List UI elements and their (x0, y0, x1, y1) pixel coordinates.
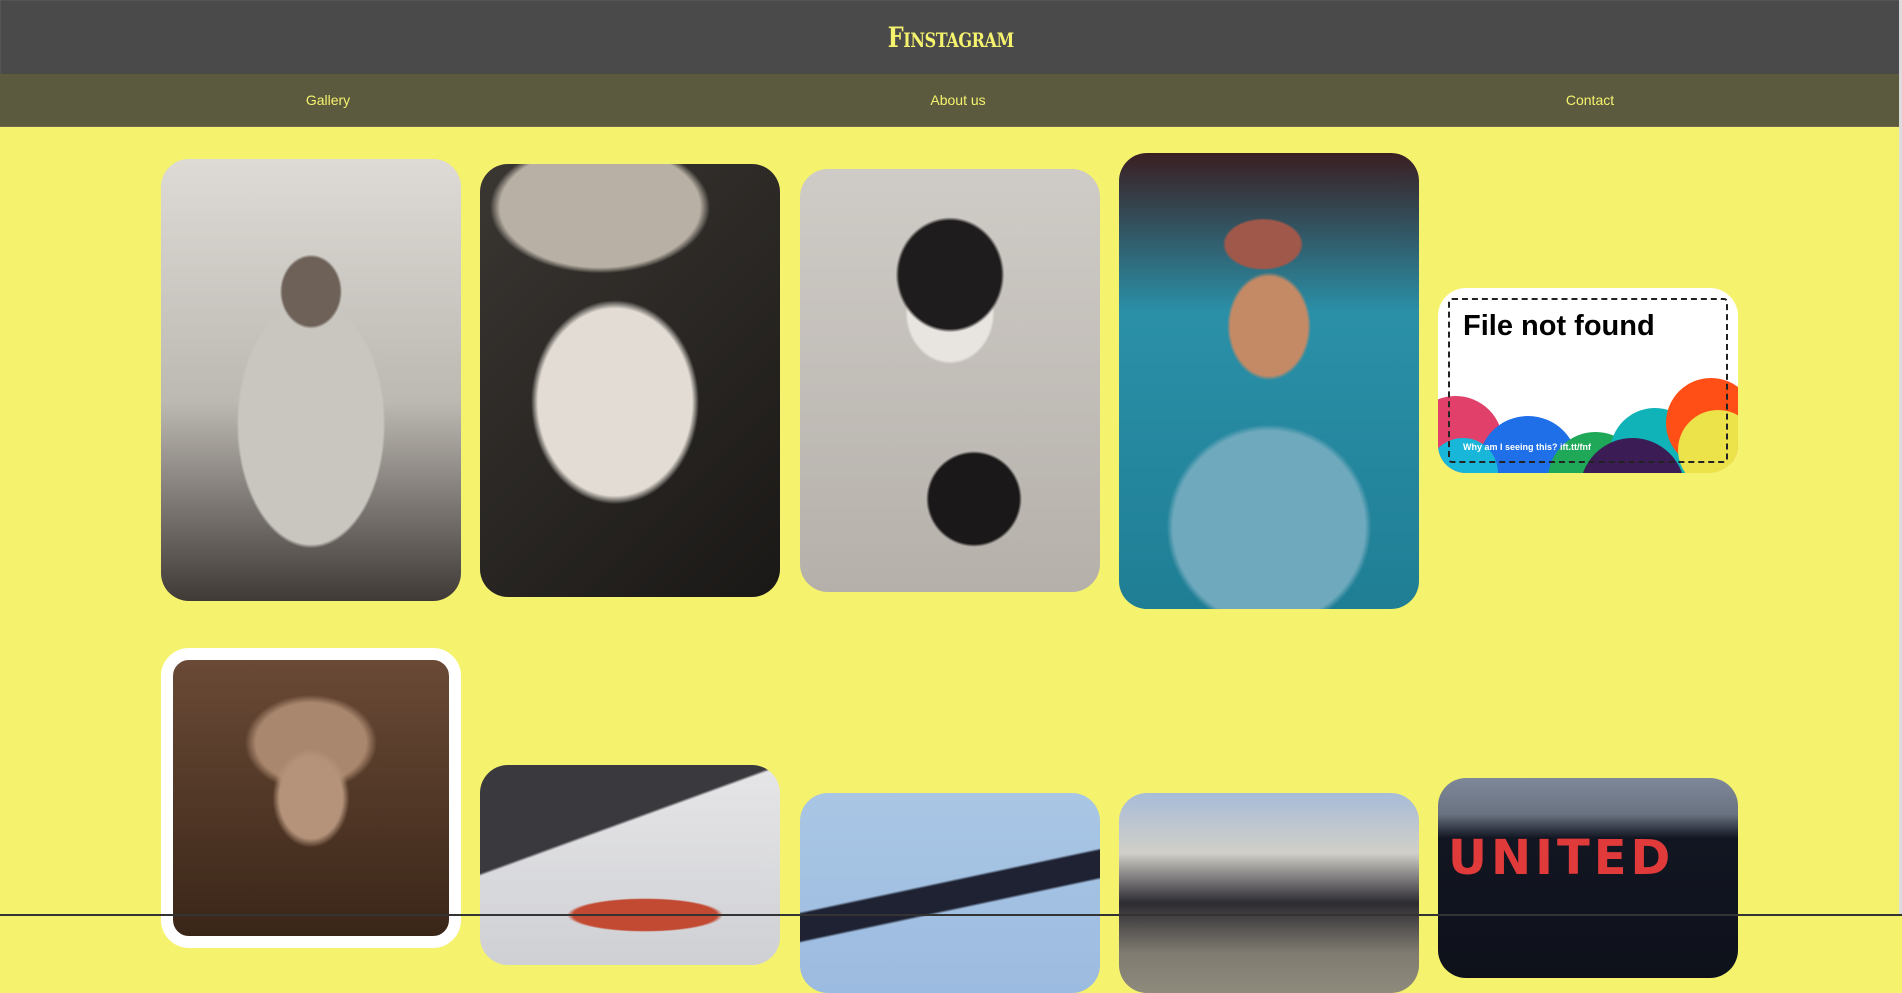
file-not-found-title: File not found (1463, 310, 1655, 342)
broken-image-card[interactable]: File not found Why am I seeing this? ift… (1438, 288, 1738, 473)
file-not-found-link[interactable]: Why am I seeing this? ift.tt/fnf (1463, 442, 1591, 452)
gallery-photo[interactable] (161, 648, 461, 948)
gallery-photo[interactable] (800, 793, 1100, 993)
gallery-photo[interactable] (1119, 153, 1419, 609)
gallery-photo[interactable] (480, 765, 780, 965)
gallery-photo[interactable] (800, 169, 1100, 592)
gallery-photo[interactable] (1119, 793, 1419, 993)
brand-logo[interactable]: Finstagram (887, 21, 1013, 54)
gallery-photo[interactable] (161, 159, 461, 601)
main-nav: Gallery About us Contact (0, 74, 1899, 127)
gallery-photo[interactable] (480, 164, 780, 597)
nav-about-link[interactable]: About us (930, 74, 985, 126)
nav-contact-link[interactable]: Contact (1566, 74, 1614, 126)
gallery-photo[interactable]: UNITED (1438, 778, 1738, 978)
site-header: Finstagram (0, 0, 1901, 75)
nav-gallery-link[interactable]: Gallery (306, 74, 350, 126)
united-livery-text: UNITED (1448, 830, 1675, 886)
